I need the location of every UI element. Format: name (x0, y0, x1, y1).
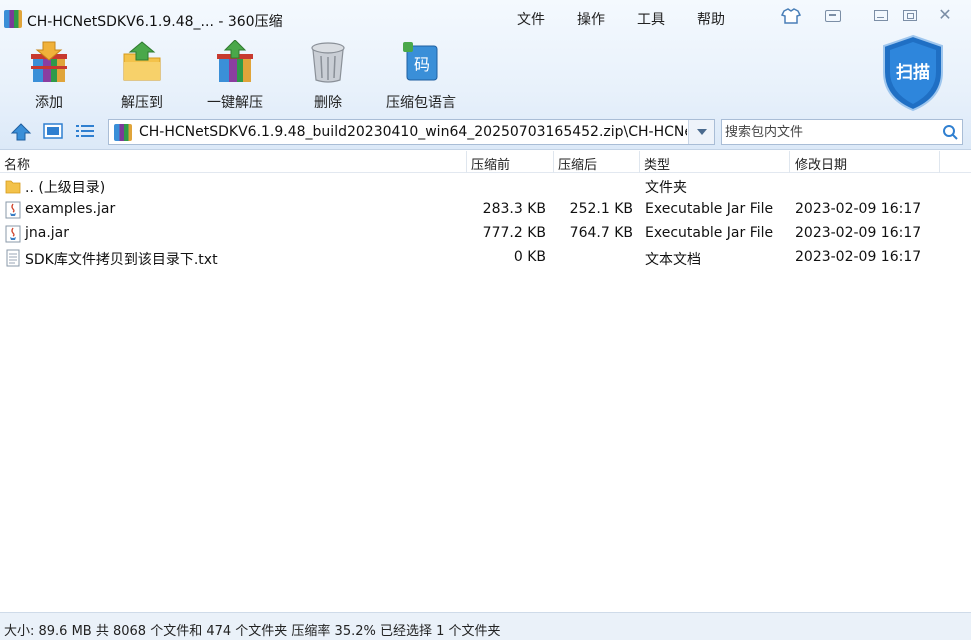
search-icon[interactable] (942, 124, 958, 140)
one-click-extract-button[interactable]: 一键解压 (192, 40, 278, 112)
file-row-parent[interactable]: .. (上级目录) 文件夹 (0, 174, 971, 198)
delete-button[interactable]: 删除 (285, 40, 371, 112)
file-name: jna.jar (25, 225, 70, 241)
extract-to-button[interactable]: 解压到 (99, 40, 185, 112)
status-bar: 大小: 89.6 MB 共 8068 个文件和 474 个文件夹 压缩率 35.… (0, 612, 971, 640)
menu-help[interactable]: 帮助 (697, 9, 725, 29)
file-type: Executable Jar File (645, 225, 774, 241)
file-list-header: 名称 压缩前 压缩后 类型 修改日期 (0, 151, 971, 173)
scan-label: 扫描 (896, 62, 930, 83)
file-type: 文本文档 (645, 252, 701, 268)
delete-trash-icon (311, 42, 345, 83)
file-name: examples.jar (25, 201, 116, 217)
file-row[interactable]: jna.jar 777.2 KB 764.7 KB Executable Jar… (0, 222, 971, 246)
column-packed[interactable]: 压缩前 (471, 154, 510, 173)
skin-icon[interactable] (781, 8, 801, 24)
column-separator[interactable] (939, 151, 940, 173)
archive-language-button[interactable]: 码 压缩包语言 (378, 40, 464, 112)
close-icon[interactable]: ✕ (935, 6, 955, 24)
file-modified: 2023-02-09 16:17 (795, 201, 922, 217)
title-bar: CH-HCNetSDKV6.1.9.48_... - 360压缩 文件 操作 工… (0, 0, 971, 36)
column-separator[interactable] (789, 151, 790, 173)
one-click-extract-label: 一键解压 (207, 95, 263, 111)
thumbnail-view-icon[interactable] (42, 122, 64, 140)
up-arrow-icon[interactable] (10, 122, 32, 142)
file-compressed-size: 252.1 KB (569, 201, 633, 217)
file-modified: 2023-02-09 16:17 (795, 225, 922, 241)
column-modified[interactable]: 修改日期 (795, 154, 847, 173)
file-row[interactable]: examples.jar 283.3 KB 252.1 KB Executabl… (0, 198, 971, 222)
file-packed-size: 0 KB (513, 249, 546, 265)
archive-language-label: 压缩包语言 (386, 95, 456, 111)
file-modified: 2023-02-09 16:17 (795, 249, 922, 265)
address-path: CH-HCNetSDKV6.1.9.48_build20230410_win64… (139, 124, 687, 140)
file-type: 文件夹 (645, 180, 687, 196)
extract-to-icon (123, 41, 161, 81)
menu-tools[interactable]: 工具 (637, 9, 665, 29)
scan-shield-button[interactable]: 扫描 (880, 34, 946, 112)
delete-label: 删除 (314, 95, 342, 111)
archive-language-icon: 码 (403, 42, 438, 81)
java-jar-icon (5, 201, 21, 219)
app-archive-icon (4, 10, 22, 28)
column-type[interactable]: 类型 (644, 154, 670, 173)
column-compressed[interactable]: 压缩后 (558, 154, 597, 173)
extract-to-label: 解压到 (121, 95, 163, 111)
list-view-icon[interactable] (74, 122, 96, 140)
window-title: CH-HCNetSDKV6.1.9.48_... - 360压缩 (27, 14, 283, 30)
address-bar[interactable]: CH-HCNetSDKV6.1.9.48_build20230410_win64… (108, 119, 715, 145)
minimize-icon[interactable] (874, 10, 888, 21)
svg-text:码: 码 (414, 55, 430, 74)
maximize-icon[interactable] (903, 10, 917, 21)
column-name[interactable]: 名称 (4, 154, 30, 173)
column-separator[interactable] (639, 151, 640, 173)
folder-icon (5, 180, 21, 194)
file-packed-size: 777.2 KB (482, 225, 546, 241)
zip-archive-icon (114, 124, 132, 141)
message-icon[interactable] (825, 10, 841, 22)
file-name: SDK库文件拷贝到该目录下.txt (25, 252, 218, 268)
file-type: Executable Jar File (645, 201, 774, 217)
file-compressed-size: 764.7 KB (569, 225, 633, 241)
address-dropdown-button[interactable] (688, 120, 714, 144)
column-separator[interactable] (466, 151, 467, 173)
add-label: 添加 (35, 95, 63, 111)
one-click-extract-icon (217, 40, 253, 82)
column-separator[interactable] (553, 151, 554, 173)
search-box[interactable] (721, 119, 963, 145)
search-input[interactable] (725, 123, 935, 141)
text-file-icon (6, 249, 20, 267)
file-packed-size: 283.3 KB (482, 201, 546, 217)
add-button[interactable]: 添加 (6, 40, 92, 112)
java-jar-icon (5, 225, 21, 243)
file-row[interactable]: SDK库文件拷贝到该目录下.txt 0 KB 文本文档 2023-02-09 1… (0, 246, 971, 270)
file-name: .. (上级目录) (25, 180, 106, 196)
top-region: CH-HCNetSDKV6.1.9.48_... - 360压缩 文件 操作 工… (0, 0, 971, 150)
status-text: 大小: 89.6 MB 共 8068 个文件和 474 个文件夹 压缩率 35.… (4, 624, 501, 639)
menu-operate[interactable]: 操作 (577, 9, 605, 29)
add-archive-icon (31, 41, 67, 82)
menu-file[interactable]: 文件 (517, 9, 545, 29)
